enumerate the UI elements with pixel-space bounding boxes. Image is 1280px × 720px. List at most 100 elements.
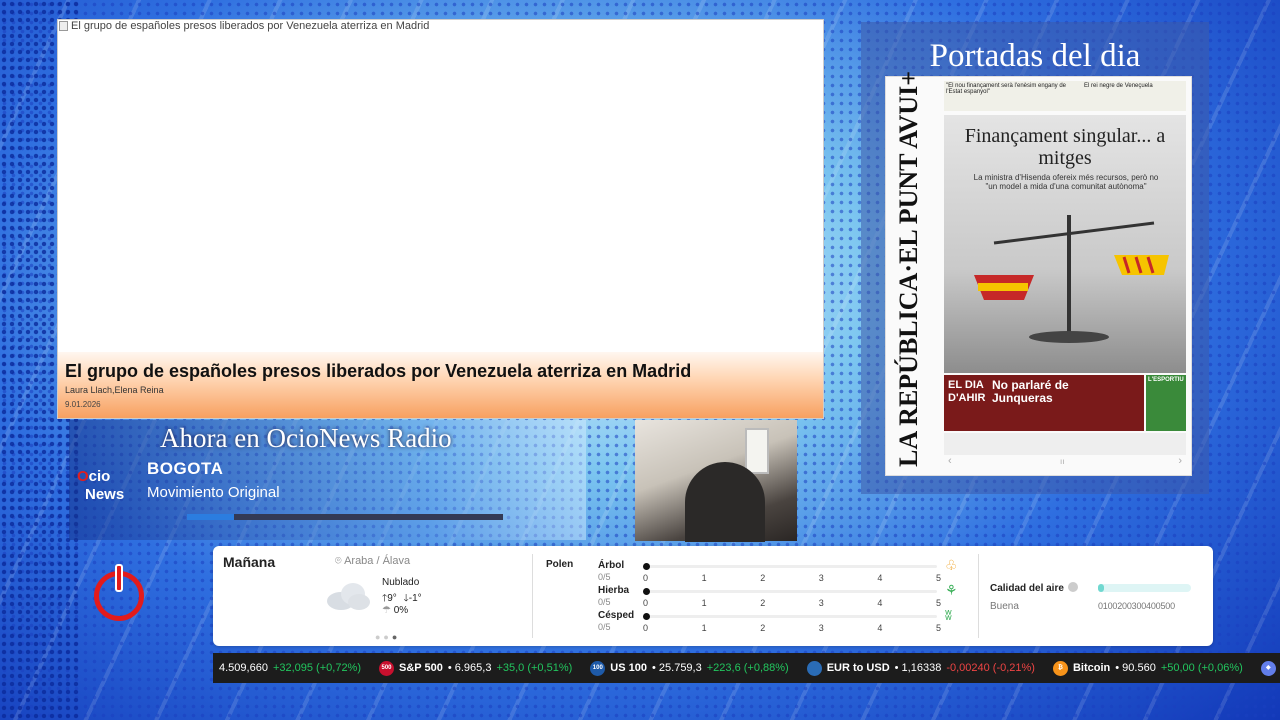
weather-rain: ☂ 0% [382, 605, 408, 616]
pollen-track [647, 565, 937, 568]
ticker-name: EUR to USD [826, 662, 890, 674]
radio-program: Movimiento Original [147, 484, 280, 501]
air-quality-label: Calidad del aire [990, 582, 1078, 594]
air-quality-bar [1098, 584, 1191, 592]
cloud-icon [327, 583, 370, 610]
pollen-scale: 0 1 2 3 4 5 [643, 623, 941, 633]
top-story-left: "El nou finançament serà l'enèsim engany… [946, 83, 1067, 95]
power-icon [115, 564, 123, 592]
pollen-score: 0/5 [598, 572, 611, 582]
tick: 1 [701, 623, 707, 633]
lawn-icon: ʬ [945, 607, 952, 623]
pollen-name: Hierba [598, 585, 630, 596]
temp-low: -1° [408, 593, 422, 604]
webcam-window [745, 428, 769, 474]
ticker-badge-icon: 100 [590, 660, 606, 676]
weather-condition: Nublado [382, 577, 420, 588]
next-arrow-icon[interactable]: › [1178, 455, 1182, 467]
radio-progress-bar[interactable] [187, 514, 503, 520]
ticker-change: +50,00 (+0,06%) [1160, 662, 1243, 674]
pollen-scale: 0 1 2 3 4 5 [643, 573, 941, 583]
divider [978, 554, 979, 638]
power-button[interactable] [94, 564, 144, 621]
webcam-video[interactable] [635, 420, 797, 542]
pollen-score: 0/5 [598, 622, 611, 632]
cover-lower-story: EL DIA D'AHIR No parlaré de Junqueras [944, 375, 1144, 431]
news-authors: Laura Llach,Elena Reina [65, 385, 164, 395]
ticker-item[interactable]: ◆Et [1260, 660, 1280, 676]
cover-nav: ‹ ıı › [944, 455, 1186, 471]
carousel-dots[interactable]: ●●● [375, 632, 400, 642]
newspaper-top-stories: "El nou finançament serà l'enèsim engany… [944, 81, 1186, 111]
tick: 2 [760, 598, 766, 608]
location-pin-icon: ⌾ [335, 555, 342, 567]
ticker-name: Bitcoin [1072, 662, 1111, 674]
logo-bottom: News [85, 486, 125, 503]
ticker-change: +32,095 (+0,72%) [272, 662, 362, 674]
top-story-right: El rei negre de Veneçuela [1084, 83, 1153, 89]
cover-subheadline: La ministra d'Hisenda ofereix més recurs… [973, 173, 1159, 191]
tick: 0 [643, 573, 649, 583]
weather-day: Mañana [223, 554, 276, 570]
ticker-change: +223,6 (+0,88%) [706, 662, 789, 674]
tick: 3 [818, 598, 824, 608]
lower-left-label: EL DIA D'AHIR [948, 379, 986, 404]
ticker-item[interactable]: 4.509,660 +32,095 (+0,72%) [219, 662, 361, 674]
ticker-name: S&P 500 [399, 662, 443, 674]
info-icon[interactable] [1067, 582, 1078, 592]
ticker-badge-icon: ₿ [1052, 660, 1068, 676]
ticker-item[interactable]: 500 S&P 500 • 6.965,3 +35,0 (+0,51%) [379, 660, 572, 676]
ocionews-logo: Ocio News [77, 468, 125, 503]
air-quality-value: Buena [990, 601, 1019, 612]
tick: 5 [935, 573, 941, 583]
newspaper-cover[interactable]: LA REPÚBLICA·EL PUNT AVUI+ "El nou finan… [885, 71, 1192, 476]
pollen-track [647, 615, 937, 618]
ticker-price: • 90.560 [1115, 662, 1156, 674]
ticker-item[interactable]: EUR to USD • 1,16338 -0,00240 (-0,21%) [806, 660, 1035, 676]
tick: 2 [760, 623, 766, 633]
cover-sport-box: L'ESPORTIU [1146, 375, 1186, 431]
news-image-alt: El grupo de españoles presos liberados p… [71, 20, 430, 32]
tree-icon: ♧ [945, 557, 958, 573]
radio-player: Ahora en OcioNews Radio Ocio News BOGOTA… [69, 420, 586, 540]
pollen-marker [643, 563, 650, 570]
air-quality-marker [1098, 584, 1104, 592]
lower-mid-headline: No parlaré de Junqueras [992, 378, 1069, 405]
prev-arrow-icon[interactable]: ‹ [948, 455, 952, 467]
pollen-name: Árbol [598, 560, 625, 571]
news-headline[interactable]: El grupo de españoles presos liberados p… [65, 361, 691, 382]
ticker-item[interactable]: ₿ Bitcoin • 90.560 +50,00 (+0,06%) [1052, 660, 1243, 676]
pause-icon[interactable]: ıı [1060, 457, 1064, 466]
tick: 3 [818, 623, 824, 633]
pollen-row-grass: Hierba 0/5 0 1 2 3 4 5 ⚘ [598, 582, 958, 609]
pollen-track [647, 590, 937, 593]
pollen-scale: 0 1 2 3 4 5 [643, 598, 941, 608]
news-image-broken: El grupo de españoles presos liberados p… [59, 20, 429, 32]
broken-image-icon [59, 21, 68, 31]
ticker-name: US 100 [610, 662, 647, 674]
weather-location[interactable]: ⌾ Araba / Álava [335, 555, 410, 568]
tick: 1 [701, 598, 707, 608]
ticker-item[interactable]: 100 US 100 • 25.759,3 +223,6 (+0,88%) [590, 660, 789, 676]
ticker-badge-icon: ◆ [1260, 660, 1276, 676]
weather-location-text: Araba / Álava [344, 555, 411, 567]
tick: 4 [877, 573, 883, 583]
market-ticker[interactable]: 4.509,660 +32,095 (+0,72%) 500 S&P 500 • 6.9… [213, 653, 1280, 683]
ticker-badge-icon: 500 [379, 660, 395, 676]
radio-city: BOGOTA [147, 459, 224, 478]
news-caption: El grupo de españoles presos liberados p… [58, 352, 823, 418]
weather-widget: Mañana ⌾ Araba / Álava Nublado 🡑9° 🡓-1° … [213, 546, 1213, 646]
divider [532, 554, 533, 638]
tick: 0 [643, 623, 649, 633]
tick: 4 [877, 623, 883, 633]
ticker-change: -0,00240 (-0,21%) [946, 662, 1035, 674]
tick: 5 [935, 598, 941, 608]
air-quality-text: Calidad del aire [990, 583, 1064, 594]
ticker-price: • 1,16338 [894, 662, 942, 674]
balance-scale-icon [974, 215, 1169, 343]
logo-top: cio [88, 468, 111, 485]
air-quality-scale: 0100200300400500 [1098, 601, 1175, 611]
news-date: 9.01.2026 [65, 400, 101, 409]
news-card[interactable]: El grupo de españoles presos liberados p… [57, 19, 824, 419]
pollen-score: 0/5 [598, 597, 611, 607]
